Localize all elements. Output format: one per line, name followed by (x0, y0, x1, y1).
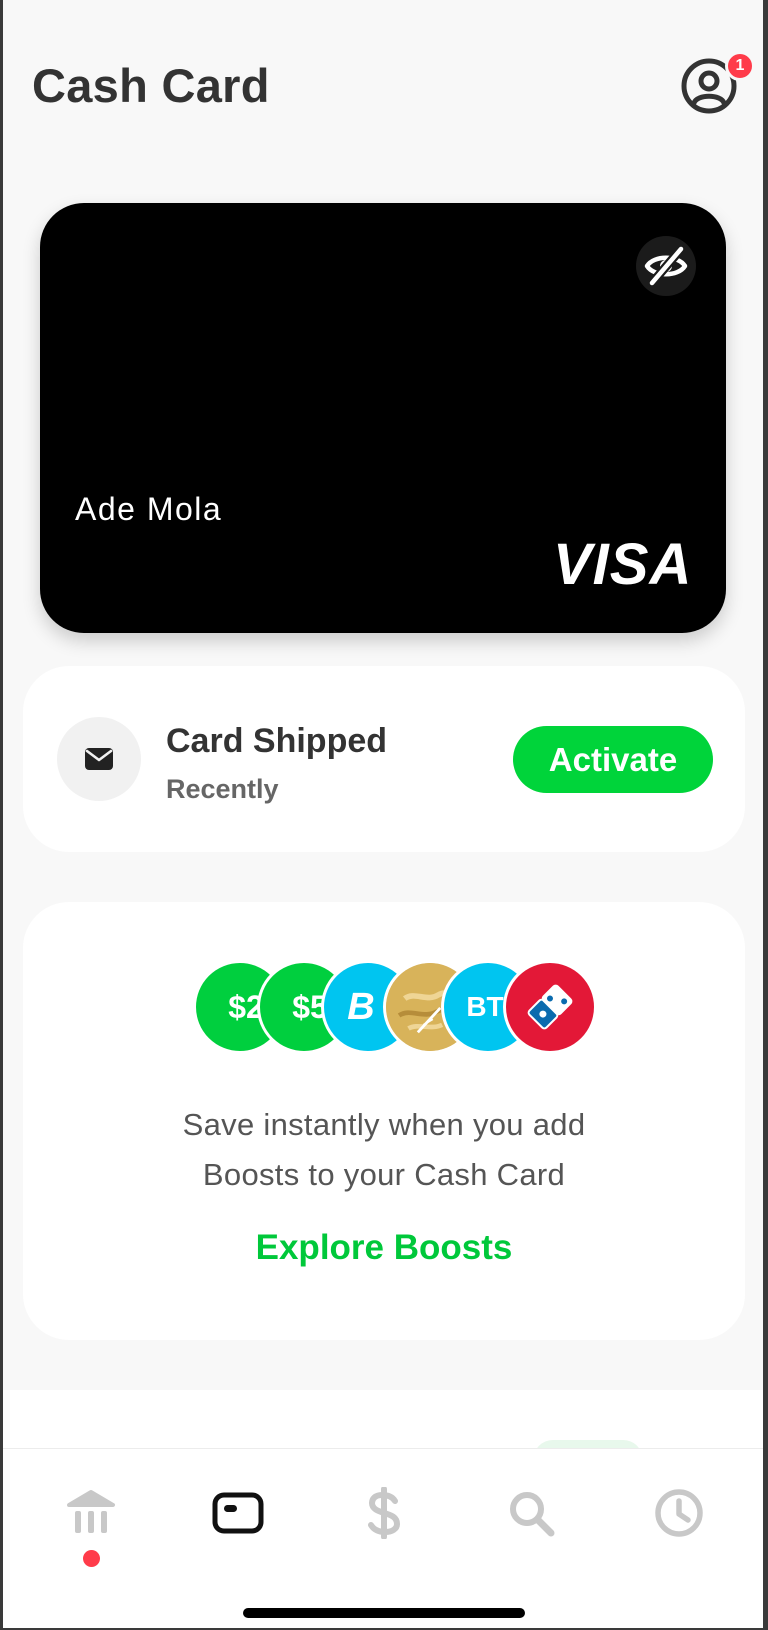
boosts-panel: $2 $5 B BT Save instantly when you add B… (23, 902, 745, 1340)
dominos-logo (503, 960, 597, 1054)
app-screen: Cash Card 1 Ade Mola VISA Card Shipped R… (3, 0, 763, 1628)
eye-off-icon (644, 246, 688, 286)
search-icon (510, 1492, 555, 1537)
shipping-status-title: Card Shipped (166, 722, 388, 760)
boost-bubbles[interactable]: $2 $5 B BT (173, 960, 603, 1054)
tab-cash[interactable] (348, 1477, 420, 1549)
tab-cash-card[interactable] (202, 1477, 274, 1549)
home-indicator[interactable] (243, 1608, 525, 1618)
tab-discover[interactable] (495, 1477, 567, 1549)
cardholder-name: Ade Mola (75, 491, 223, 527)
card-icon (212, 1492, 264, 1534)
boosts-description: Save instantly when you add Boosts to yo… (182, 1107, 586, 1192)
tab-banking[interactable] (55, 1477, 127, 1549)
envelope-icon (57, 717, 141, 801)
activate-button[interactable]: Activate (513, 726, 713, 793)
shipping-status-subtitle: Recently (166, 774, 279, 804)
visa-logo: VISA (553, 532, 693, 597)
bank-icon (67, 1490, 115, 1533)
explore-boosts-link[interactable]: Explore Boosts (23, 1228, 745, 1268)
clock-icon (655, 1489, 703, 1537)
dollar-icon (368, 1487, 401, 1539)
notification-badge: 1 (725, 51, 755, 81)
tab-bar (3, 1448, 763, 1628)
next-section (3, 1390, 763, 1450)
tab-activity[interactable] (643, 1477, 715, 1549)
cash-card[interactable]: Ade Mola VISA (40, 203, 726, 633)
card-shipped-panel: Card Shipped Recently Activate (23, 666, 745, 852)
page-title: Cash Card (32, 59, 270, 112)
notification-dot (83, 1550, 100, 1567)
toggle-card-visibility-button[interactable] (636, 236, 696, 296)
